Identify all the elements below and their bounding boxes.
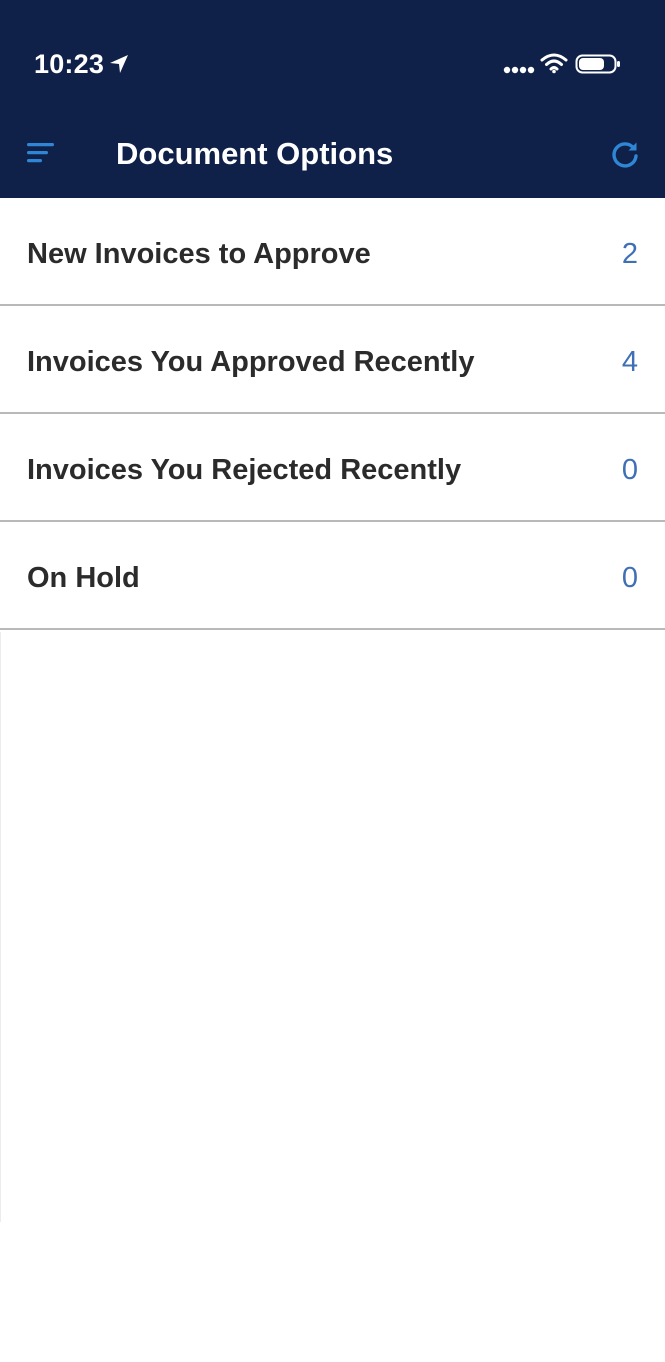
option-invoices-rejected-recently[interactable]: Invoices You Rejected Recently 0 [0,414,665,522]
wifi-icon [540,53,568,74]
document-options-list: New Invoices to Approve 2 Invoices You A… [0,198,665,630]
option-on-hold[interactable]: On Hold 0 [0,522,665,630]
menu-icon[interactable] [26,141,56,165]
option-label: On Hold [27,562,140,594]
battery-icon [575,54,620,74]
option-new-invoices-to-approve[interactable]: New Invoices to Approve 2 [0,198,665,306]
option-count: 4 [621,346,638,378]
option-label: New Invoices to Approve [27,238,371,270]
app-header: 10:23 Document Options [0,0,665,198]
status-time: 10:23 [34,49,105,79]
option-count: 0 [621,454,638,486]
option-count: 0 [621,562,638,594]
empty-content-area [0,632,665,1222]
option-count: 2 [621,238,638,270]
option-label: Invoices You Approved Recently [27,346,475,378]
option-label: Invoices You Rejected Recently [27,454,462,486]
app-screen: 10:23 Document Options New Invoices to A… [0,0,665,1362]
option-invoices-approved-recently[interactable]: Invoices You Approved Recently 4 [0,306,665,414]
page-title: Document Options [116,136,394,171]
location-arrow-icon [110,55,128,73]
signal-dots-icon [503,66,535,74]
refresh-icon[interactable] [609,139,641,171]
